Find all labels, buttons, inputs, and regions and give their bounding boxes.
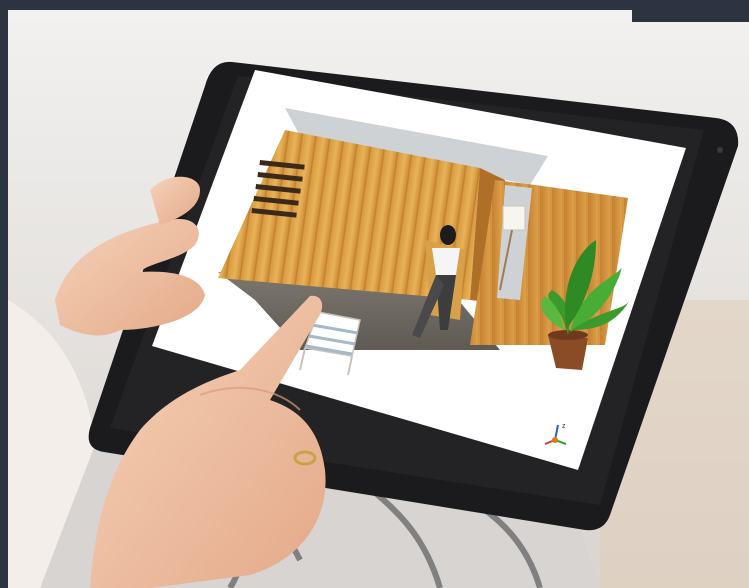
product-photo: z	[8, 10, 749, 588]
photo-scene-svg: z	[8, 10, 749, 588]
top-corner-bar	[632, 10, 749, 22]
axis-z-label: z	[562, 423, 566, 430]
camera-dot	[717, 147, 723, 153]
